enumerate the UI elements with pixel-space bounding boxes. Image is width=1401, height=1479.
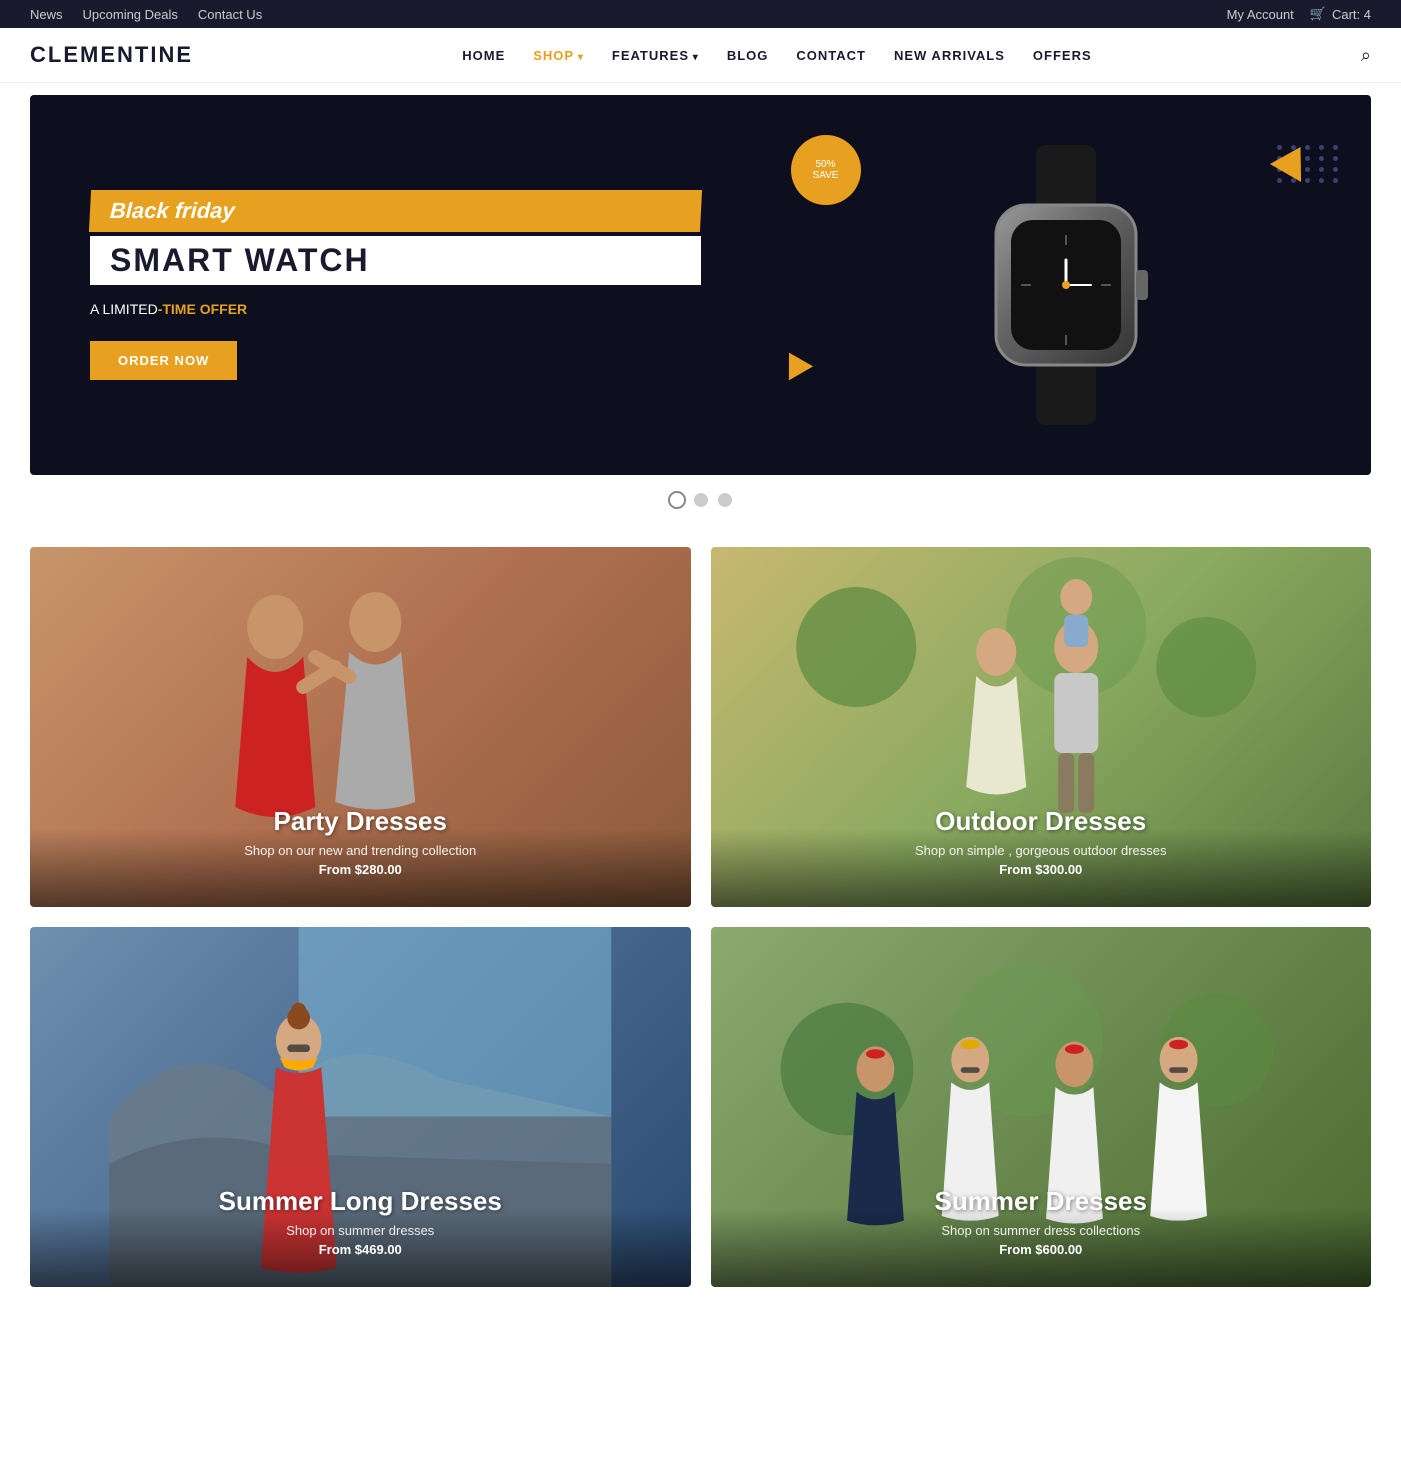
dot [1333, 167, 1338, 172]
dot [1333, 145, 1338, 150]
outdoor-dresses-price: From $300.00 [731, 862, 1352, 877]
badge-label: SAVE [813, 170, 839, 181]
dot [1319, 145, 1324, 150]
hero-banner: Black friday SMART WATCH A LIMITED-TIME … [30, 95, 1371, 475]
party-dresses-desc: Shop on our new and trending collection [50, 843, 671, 858]
dot [1305, 178, 1310, 183]
cart-icon: 🛒 [1310, 6, 1326, 22]
hero-left: Black friday SMART WATCH A LIMITED-TIME … [30, 95, 761, 475]
summer-dresses-price: From $600.00 [731, 1242, 1352, 1257]
carousel-dot-1[interactable] [670, 493, 684, 507]
carousel-dots [0, 475, 1401, 517]
hero-right: 50% SAVE [761, 95, 1372, 475]
main-nav: HOME SHOP FEATURES BLOG CONTACT NEW ARRI… [462, 48, 1091, 63]
summer-long-dresses-price: From $469.00 [50, 1242, 671, 1257]
limited-text: LIMITED [102, 301, 157, 317]
banner-title-wrap: SMART WATCH [90, 236, 701, 285]
upcoming-deals-link[interactable]: Upcoming Deals [83, 7, 178, 22]
summer-dresses-title: Summer Dresses [731, 1186, 1352, 1217]
contact-us-link[interactable]: Contact Us [198, 7, 262, 22]
arrow-decoration-2 [776, 346, 812, 381]
my-account-link[interactable]: My Account [1227, 7, 1294, 22]
nav-offers[interactable]: OFFERS [1033, 48, 1092, 63]
nav-features[interactable]: FEATURES [612, 48, 699, 63]
outdoor-dresses-card[interactable]: Outdoor Dresses Shop on simple , gorgeou… [711, 547, 1372, 907]
banner-subtitle: A LIMITED-TIME OFFER [90, 301, 701, 317]
top-bar-links: News Upcoming Deals Contact Us [30, 7, 262, 22]
watch-illustration [966, 145, 1166, 425]
carousel-dot-2[interactable] [694, 493, 708, 507]
cart-count: Cart: 4 [1332, 7, 1371, 22]
nav-new-arrivals[interactable]: NEW ARRIVALS [894, 48, 1005, 63]
summer-long-dresses-desc: Shop on summer dresses [50, 1223, 671, 1238]
party-dresses-card[interactable]: Party Dresses Shop on our new and trendi… [30, 547, 691, 907]
nav-contact[interactable]: CONTACT [796, 48, 866, 63]
outdoor-dresses-desc: Shop on simple , gorgeous outdoor dresse… [731, 843, 1352, 858]
save-badge: 50% SAVE [791, 135, 861, 205]
badge-percent: 50% [815, 159, 835, 170]
summer-dresses-desc: Shop on summer dress collections [731, 1223, 1352, 1238]
carousel-dot-3[interactable] [718, 493, 732, 507]
summer-dresses-card[interactable]: Summer Dresses Shop on summer dress coll… [711, 927, 1372, 1287]
banner-title: SMART WATCH [110, 242, 681, 279]
dot [1333, 178, 1338, 183]
search-icon: ⌕ [1361, 45, 1371, 65]
party-dresses-overlay: Party Dresses Shop on our new and trendi… [30, 776, 691, 907]
outdoor-dresses-title: Outdoor Dresses [731, 806, 1352, 837]
nav-home[interactable]: HOME [462, 48, 505, 63]
dot [1319, 167, 1324, 172]
logo[interactable]: CLEMENTINE [30, 42, 193, 68]
dot [1319, 178, 1324, 183]
header: CLEMENTINE HOME SHOP FEATURES BLOG CONTA… [0, 28, 1401, 83]
summer-dresses-overlay: Summer Dresses Shop on summer dress coll… [711, 1156, 1372, 1287]
dot [1319, 156, 1324, 161]
search-button[interactable]: ⌕ [1361, 45, 1371, 66]
dot [1333, 156, 1338, 161]
hero-content: Black friday SMART WATCH A LIMITED-TIME … [30, 95, 1371, 475]
summer-long-dresses-card[interactable]: Summer Long Dresses Shop on summer dress… [30, 927, 691, 1287]
cart-wrap[interactable]: 🛒 Cart: 4 [1310, 6, 1371, 22]
dot [1277, 178, 1282, 183]
party-dresses-title: Party Dresses [50, 806, 671, 837]
nav-blog[interactable]: BLOG [727, 48, 769, 63]
top-bar: News Upcoming Deals Contact Us My Accoun… [0, 0, 1401, 28]
top-bar-right: My Account 🛒 Cart: 4 [1227, 6, 1371, 22]
nav-shop[interactable]: SHOP [533, 48, 584, 63]
summer-long-dresses-title: Summer Long Dresses [50, 1186, 671, 1217]
party-dresses-price: From $280.00 [50, 862, 671, 877]
time-offer-text: -TIME OFFER [158, 301, 247, 317]
banner-tag: Black friday [89, 190, 702, 232]
outdoor-dresses-overlay: Outdoor Dresses Shop on simple , gorgeou… [711, 776, 1372, 907]
summer-long-dresses-overlay: Summer Long Dresses Shop on summer dress… [30, 1156, 691, 1287]
categories-row1: Party Dresses Shop on our new and trendi… [0, 517, 1401, 907]
categories-row2: Summer Long Dresses Shop on summer dress… [0, 907, 1401, 1317]
news-link[interactable]: News [30, 7, 63, 22]
order-now-button[interactable]: ORDER NOW [90, 341, 237, 380]
